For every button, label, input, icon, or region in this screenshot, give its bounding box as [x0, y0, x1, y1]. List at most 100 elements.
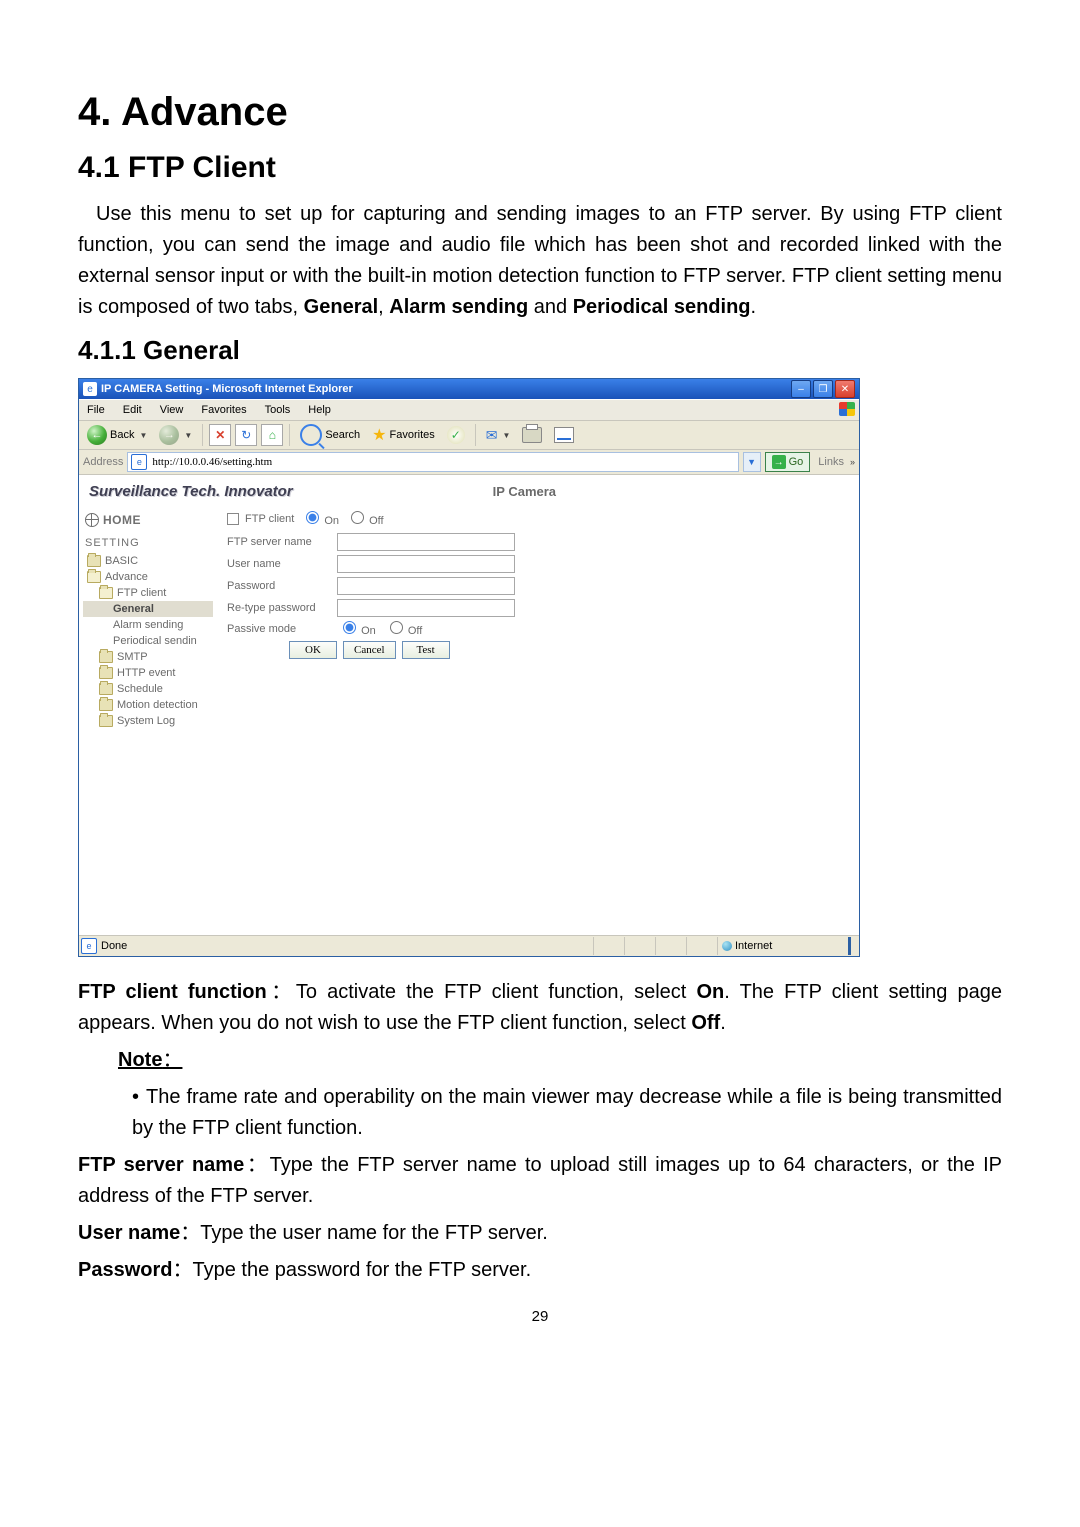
server-name-input[interactable] [337, 533, 515, 551]
ie-window: e IP CAMERA Setting - Microsoft Internet… [78, 378, 860, 957]
done-icon: e [81, 938, 97, 954]
heading-ftp-client: 4.1 FTP Client [78, 151, 1002, 185]
edit-icon [554, 427, 574, 443]
status-seg-4 [686, 937, 715, 955]
maximize-button[interactable]: ❐ [813, 380, 833, 398]
address-dropdown[interactable]: ▼ [743, 452, 761, 472]
page-icon: e [131, 454, 147, 470]
menu-view[interactable]: View [156, 402, 188, 418]
links-label[interactable]: Links [818, 456, 844, 468]
nav-ftp-client[interactable]: FTP client [83, 585, 213, 601]
folder-icon [87, 555, 101, 567]
menu-file[interactable]: File [83, 402, 109, 418]
intro-paragraph: Use this menu to set up for capturing an… [78, 199, 1002, 323]
history-icon: ✓ [447, 426, 465, 444]
go-label: Go [789, 456, 804, 468]
resize-grip[interactable] [848, 937, 857, 955]
edit-button[interactable] [550, 422, 578, 448]
addressbar: Address e ▼ → Go Links » [79, 450, 859, 475]
windows-flag-icon [839, 402, 855, 416]
menu-edit[interactable]: Edit [119, 402, 146, 418]
refresh-button[interactable]: ↻ [235, 424, 257, 446]
nav-http-event[interactable]: HTTP event [83, 665, 213, 681]
nav-periodical-sending[interactable]: Periodical sendin [83, 633, 213, 649]
note-bullet: •The frame rate and operability on the m… [78, 1082, 1002, 1144]
go-button[interactable]: → Go [765, 452, 811, 472]
passive-off-option[interactable]: Off [384, 621, 423, 637]
search-icon [300, 424, 322, 446]
back-dropdown-icon[interactable]: ▼ [139, 431, 147, 440]
passive-on-option[interactable]: On [337, 621, 376, 637]
zone-segment: Internet [717, 937, 846, 955]
sidebar: HOME SETTING BASIC Advance FTP client Ge… [79, 505, 213, 835]
heading-advance: 4. Advance [78, 90, 1002, 135]
nav-alarm-sending[interactable]: Alarm sending [83, 617, 213, 633]
heading-general: 4.1.1 General [78, 335, 1002, 366]
menu-favorites[interactable]: Favorites [197, 402, 250, 418]
nav-system-log[interactable]: System Log [83, 713, 213, 729]
password-input[interactable] [337, 577, 515, 595]
setting-heading: SETTING [83, 537, 213, 553]
ftp-client-on-option[interactable]: On [300, 511, 339, 527]
history-button[interactable]: ✓ [443, 422, 469, 448]
mail-button[interactable]: ✉ ▼ [482, 422, 515, 448]
password-para: Password：Type the password for the FTP s… [78, 1255, 1002, 1286]
nav-motion-detection[interactable]: Motion detection [83, 697, 213, 713]
ftp-server-name-para: FTP server name：Type the FTP server name… [78, 1150, 1002, 1212]
menu-help[interactable]: Help [304, 402, 335, 418]
go-arrow-icon: → [772, 455, 786, 469]
test-button[interactable]: Test [402, 641, 450, 659]
nav-advance[interactable]: Advance [83, 569, 213, 585]
folder-icon [99, 715, 113, 727]
retype-password-input[interactable] [337, 599, 515, 617]
menu-tools[interactable]: Tools [261, 402, 295, 418]
globe-icon [85, 513, 99, 527]
password-label: Password [227, 580, 337, 592]
ftp-client-off-option[interactable]: Off [345, 511, 384, 527]
ftp-client-on-radio[interactable] [306, 511, 319, 524]
favorites-button[interactable]: ★ Favorites [368, 422, 439, 448]
folder-open-icon [99, 587, 113, 599]
ftp-client-checkbox[interactable] [227, 513, 239, 525]
window-title: IP CAMERA Setting - Microsoft Internet E… [101, 383, 787, 395]
address-input[interactable] [150, 455, 734, 469]
back-label: Back [110, 429, 134, 441]
minimize-button[interactable]: – [791, 380, 811, 398]
intro-general: General [304, 296, 378, 318]
search-button[interactable]: Search [296, 422, 364, 448]
status-seg-1 [593, 937, 622, 955]
address-input-wrap[interactable]: e [127, 452, 738, 472]
forward-icon: → [159, 425, 179, 445]
passive-off-radio[interactable] [390, 621, 403, 634]
home-link[interactable]: HOME [83, 511, 213, 537]
folder-icon [99, 667, 113, 679]
mail-dropdown-icon[interactable]: ▼ [503, 431, 511, 440]
user-name-input[interactable] [337, 555, 515, 573]
note-heading: Note： [78, 1045, 1002, 1076]
back-icon: ← [87, 425, 107, 445]
nav-general[interactable]: General [83, 601, 213, 617]
cancel-button[interactable]: Cancel [343, 641, 396, 659]
model-text: IP Camera [493, 484, 556, 499]
zone-label: Internet [735, 940, 772, 952]
close-button[interactable]: ✕ [835, 380, 855, 398]
back-button[interactable]: ← Back ▼ [83, 422, 151, 448]
user-name-label: User name [227, 558, 337, 570]
home-button[interactable]: ⌂ [261, 424, 283, 446]
ftp-client-off-radio[interactable] [351, 511, 364, 524]
links-chevron-icon[interactable]: » [850, 457, 855, 467]
passive-mode-label: Passive mode [227, 623, 337, 635]
passive-on-radio[interactable] [343, 621, 356, 634]
nav-smtp[interactable]: SMTP [83, 649, 213, 665]
folder-icon [99, 699, 113, 711]
print-button[interactable] [518, 422, 546, 448]
page-number: 29 [78, 1308, 1002, 1325]
intro-alarm: Alarm sending [389, 296, 528, 318]
forward-dropdown-icon[interactable]: ▼ [184, 431, 192, 440]
stop-button[interactable]: ✕ [209, 424, 231, 446]
folder-open-icon [87, 571, 101, 583]
ok-button[interactable]: OK [289, 641, 337, 659]
nav-basic[interactable]: BASIC [83, 553, 213, 569]
nav-schedule[interactable]: Schedule [83, 681, 213, 697]
forward-button[interactable]: → ▼ [155, 422, 196, 448]
